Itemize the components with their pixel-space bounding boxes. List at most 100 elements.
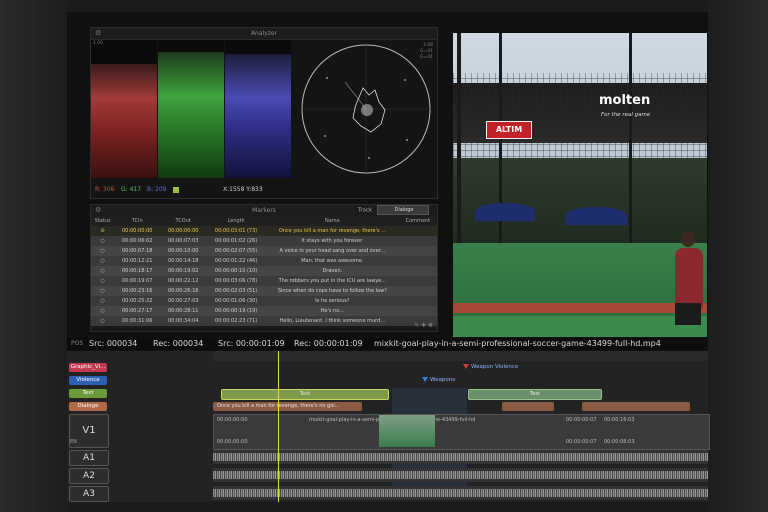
cell-tcout: 00:00:14:18 (160, 256, 207, 266)
waveform-scale-top: 1.00 (93, 41, 104, 46)
cell-tcin: 00:00:31:06 (114, 316, 161, 326)
status-icon: ○ (91, 236, 115, 246)
video-thumbnail (379, 415, 435, 447)
marker-weapon-violence[interactable]: Weapon Violence (463, 364, 518, 370)
analyzer-readouts: R: 306 G: 417 B: 209 X:1558 Y:833 (91, 184, 437, 196)
rec-timecode: Rec: 00:00:01:09 (294, 339, 363, 348)
cell-length: 00:00:03:01 (73) (206, 226, 266, 236)
table-row[interactable]: ⊘ 00:00:00:00 00:00:00:00 00:00:03:01 (73) O… (91, 226, 437, 236)
col-tcin[interactable]: TCIn (114, 216, 161, 226)
table-row[interactable]: ○ 00:00:12:21 00:00:14:18 00:00:01:22 (46) M… (91, 256, 437, 266)
track-a1[interactable]: A1 (69, 450, 109, 466)
col-comment[interactable]: Comment (398, 216, 437, 226)
dialog-clip-2[interactable] (502, 402, 554, 411)
background-left (0, 0, 67, 512)
delete-icon[interactable]: ✖ (428, 322, 433, 329)
markers-title: Markers (252, 207, 276, 214)
readout-xy: X:1558 Y:833 (223, 186, 263, 193)
analyzer-title: Analyzer (250, 30, 278, 37)
table-row[interactable]: ○ 00:00:23:16 00:00:26:16 00:00:02:03 (51) S… (91, 286, 437, 296)
panel-gear-icon[interactable]: ⚙ (95, 205, 101, 216)
track-dialoge[interactable]: Dialoge (69, 402, 107, 411)
clip-filename: mixkit-goal-play-in-a-semi-professional-… (374, 339, 661, 348)
readout-green: G: 417 (121, 186, 142, 193)
timeline[interactable]: Graphic_Vi... Violence Text Dialoge Weap… (67, 351, 710, 502)
cell-comment (398, 236, 437, 246)
dialog-clip[interactable]: Once you kill a man for revenge, there's… (213, 402, 362, 411)
table-row[interactable]: ○ 00:00:25:22 00:00:27:03 00:00:01:06 (30) I… (91, 296, 437, 306)
markers-panel: ⚙ Markers Track Dialoge Status TCIn TCOu… (90, 204, 438, 332)
cell-tcin: 00:00:27:17 (114, 306, 161, 316)
cell-tcin: 00:00:19:07 (114, 276, 161, 286)
status-icon: ○ (91, 286, 115, 296)
cell-tcin: 00:00:25:22 (114, 296, 161, 306)
col-length[interactable]: Length (206, 216, 266, 226)
cell-name: Since when do cops have to follow the la… (265, 286, 399, 296)
edit-icon[interactable]: ✎ (414, 322, 419, 329)
cell-comment (398, 296, 437, 306)
col-name[interactable]: Name (265, 216, 399, 226)
cell-length: 00:00:03:06 (78) (206, 276, 266, 286)
src-frame: Src: 000034 (89, 339, 138, 348)
cell-tcin: 00:00:12:21 (114, 256, 161, 266)
marker-triangle-icon (463, 364, 469, 369)
status-icon: ⊘ (91, 226, 115, 236)
color-swatch (173, 187, 179, 193)
table-row[interactable]: ○ 00:00:07:18 00:00:10:00 00:00:02:07 (55) A… (91, 246, 437, 256)
cell-tcin: 00:00:18:17 (114, 266, 161, 276)
audio-clip-a2[interactable] (213, 468, 708, 482)
cell-length: 00:00:02:23 (71) (206, 316, 266, 326)
cell-tcin: 00:00:06:02 (114, 236, 161, 246)
audio-clip-a3[interactable] (213, 486, 708, 500)
cell-tcin: 00:00:23:16 (114, 286, 161, 296)
table-row[interactable]: ○ 00:00:19:07 00:00:22:12 00:00:03:06 (78) T… (91, 276, 437, 286)
cell-length: 00:00:00:19 (19) (206, 306, 266, 316)
table-row[interactable]: ○ 00:00:27:17 00:00:28:11 00:00:00:19 (19) H… (91, 306, 437, 316)
status-icon: ○ (91, 256, 115, 266)
panel-gear-icon[interactable]: ⚙ (95, 28, 101, 39)
text-clip-2[interactable]: Text (468, 389, 602, 400)
cell-name: Hello, Lieutenant. I think someone murd.… (265, 316, 399, 326)
cell-tcout: 00:00:19:02 (160, 266, 207, 276)
status-icon: ○ (91, 246, 115, 256)
dialog-clip-3[interactable] (582, 402, 690, 411)
table-row[interactable]: ○ 00:00:18:17 00:00:19:02 00:00:00:10 (10) D… (91, 266, 437, 276)
cell-comment (398, 256, 437, 266)
video-clip[interactable]: 00:00:00:00 00:00:00:00 mixkit-goal-play… (213, 414, 710, 450)
add-icon[interactable]: ✚ (421, 322, 426, 329)
cell-name: Draven. (265, 266, 399, 276)
cell-name: Man, that was awesome. (265, 256, 399, 266)
table-row[interactable]: ○ 00:00:31:06 00:00:34:04 00:00:02:23 (71) H… (91, 316, 437, 326)
cell-tcout: 00:00:07:03 (160, 236, 207, 246)
track-graphic-violence[interactable]: Graphic_Vi... (69, 363, 107, 372)
track-violence[interactable]: Violence (69, 376, 107, 385)
track-a2[interactable]: A2 (69, 468, 109, 484)
track-dropdown[interactable]: Dialoge (377, 205, 429, 215)
video-viewer[interactable]: molten For the real game ALTIM (453, 33, 707, 337)
cell-name: He's no... (265, 306, 399, 316)
track-text[interactable]: Text (69, 389, 107, 398)
audio-clip-a1[interactable] (213, 450, 708, 464)
track-a3[interactable]: A3 (69, 486, 109, 502)
status-icon: ○ (91, 316, 115, 326)
table-row[interactable]: ○ 00:00:06:02 00:00:07:03 00:00:01:02 (26) I… (91, 236, 437, 246)
marker-weapons[interactable]: Weapons (422, 377, 455, 383)
vectorscope-scale: 1:48 G=41 G=41 (420, 43, 433, 60)
marker-triangle-icon (422, 377, 428, 382)
cell-comment (398, 276, 437, 286)
cell-comment (398, 226, 437, 236)
vectorscope (301, 44, 431, 174)
cell-tcout: 00:00:10:00 (160, 246, 207, 256)
cell-tcin: 00:00:07:18 (114, 246, 161, 256)
col-tcout[interactable]: TCOut (160, 216, 207, 226)
text-clip-1[interactable]: Text (221, 389, 389, 400)
waveform-red (91, 40, 157, 178)
altim-sign: ALTIM (486, 121, 532, 139)
molten-tagline: For the real game (601, 112, 651, 118)
cell-tcout: 00:00:28:11 (160, 306, 207, 316)
status-bar: POS Src: 000034 Rec: 000034 Src: 00:00:0… (67, 338, 708, 350)
playhead[interactable] (278, 351, 279, 502)
timeline-ruler[interactable] (213, 351, 708, 361)
col-status[interactable]: Status (91, 216, 115, 226)
cell-name: A voice in your head sang over and over.… (265, 246, 399, 256)
